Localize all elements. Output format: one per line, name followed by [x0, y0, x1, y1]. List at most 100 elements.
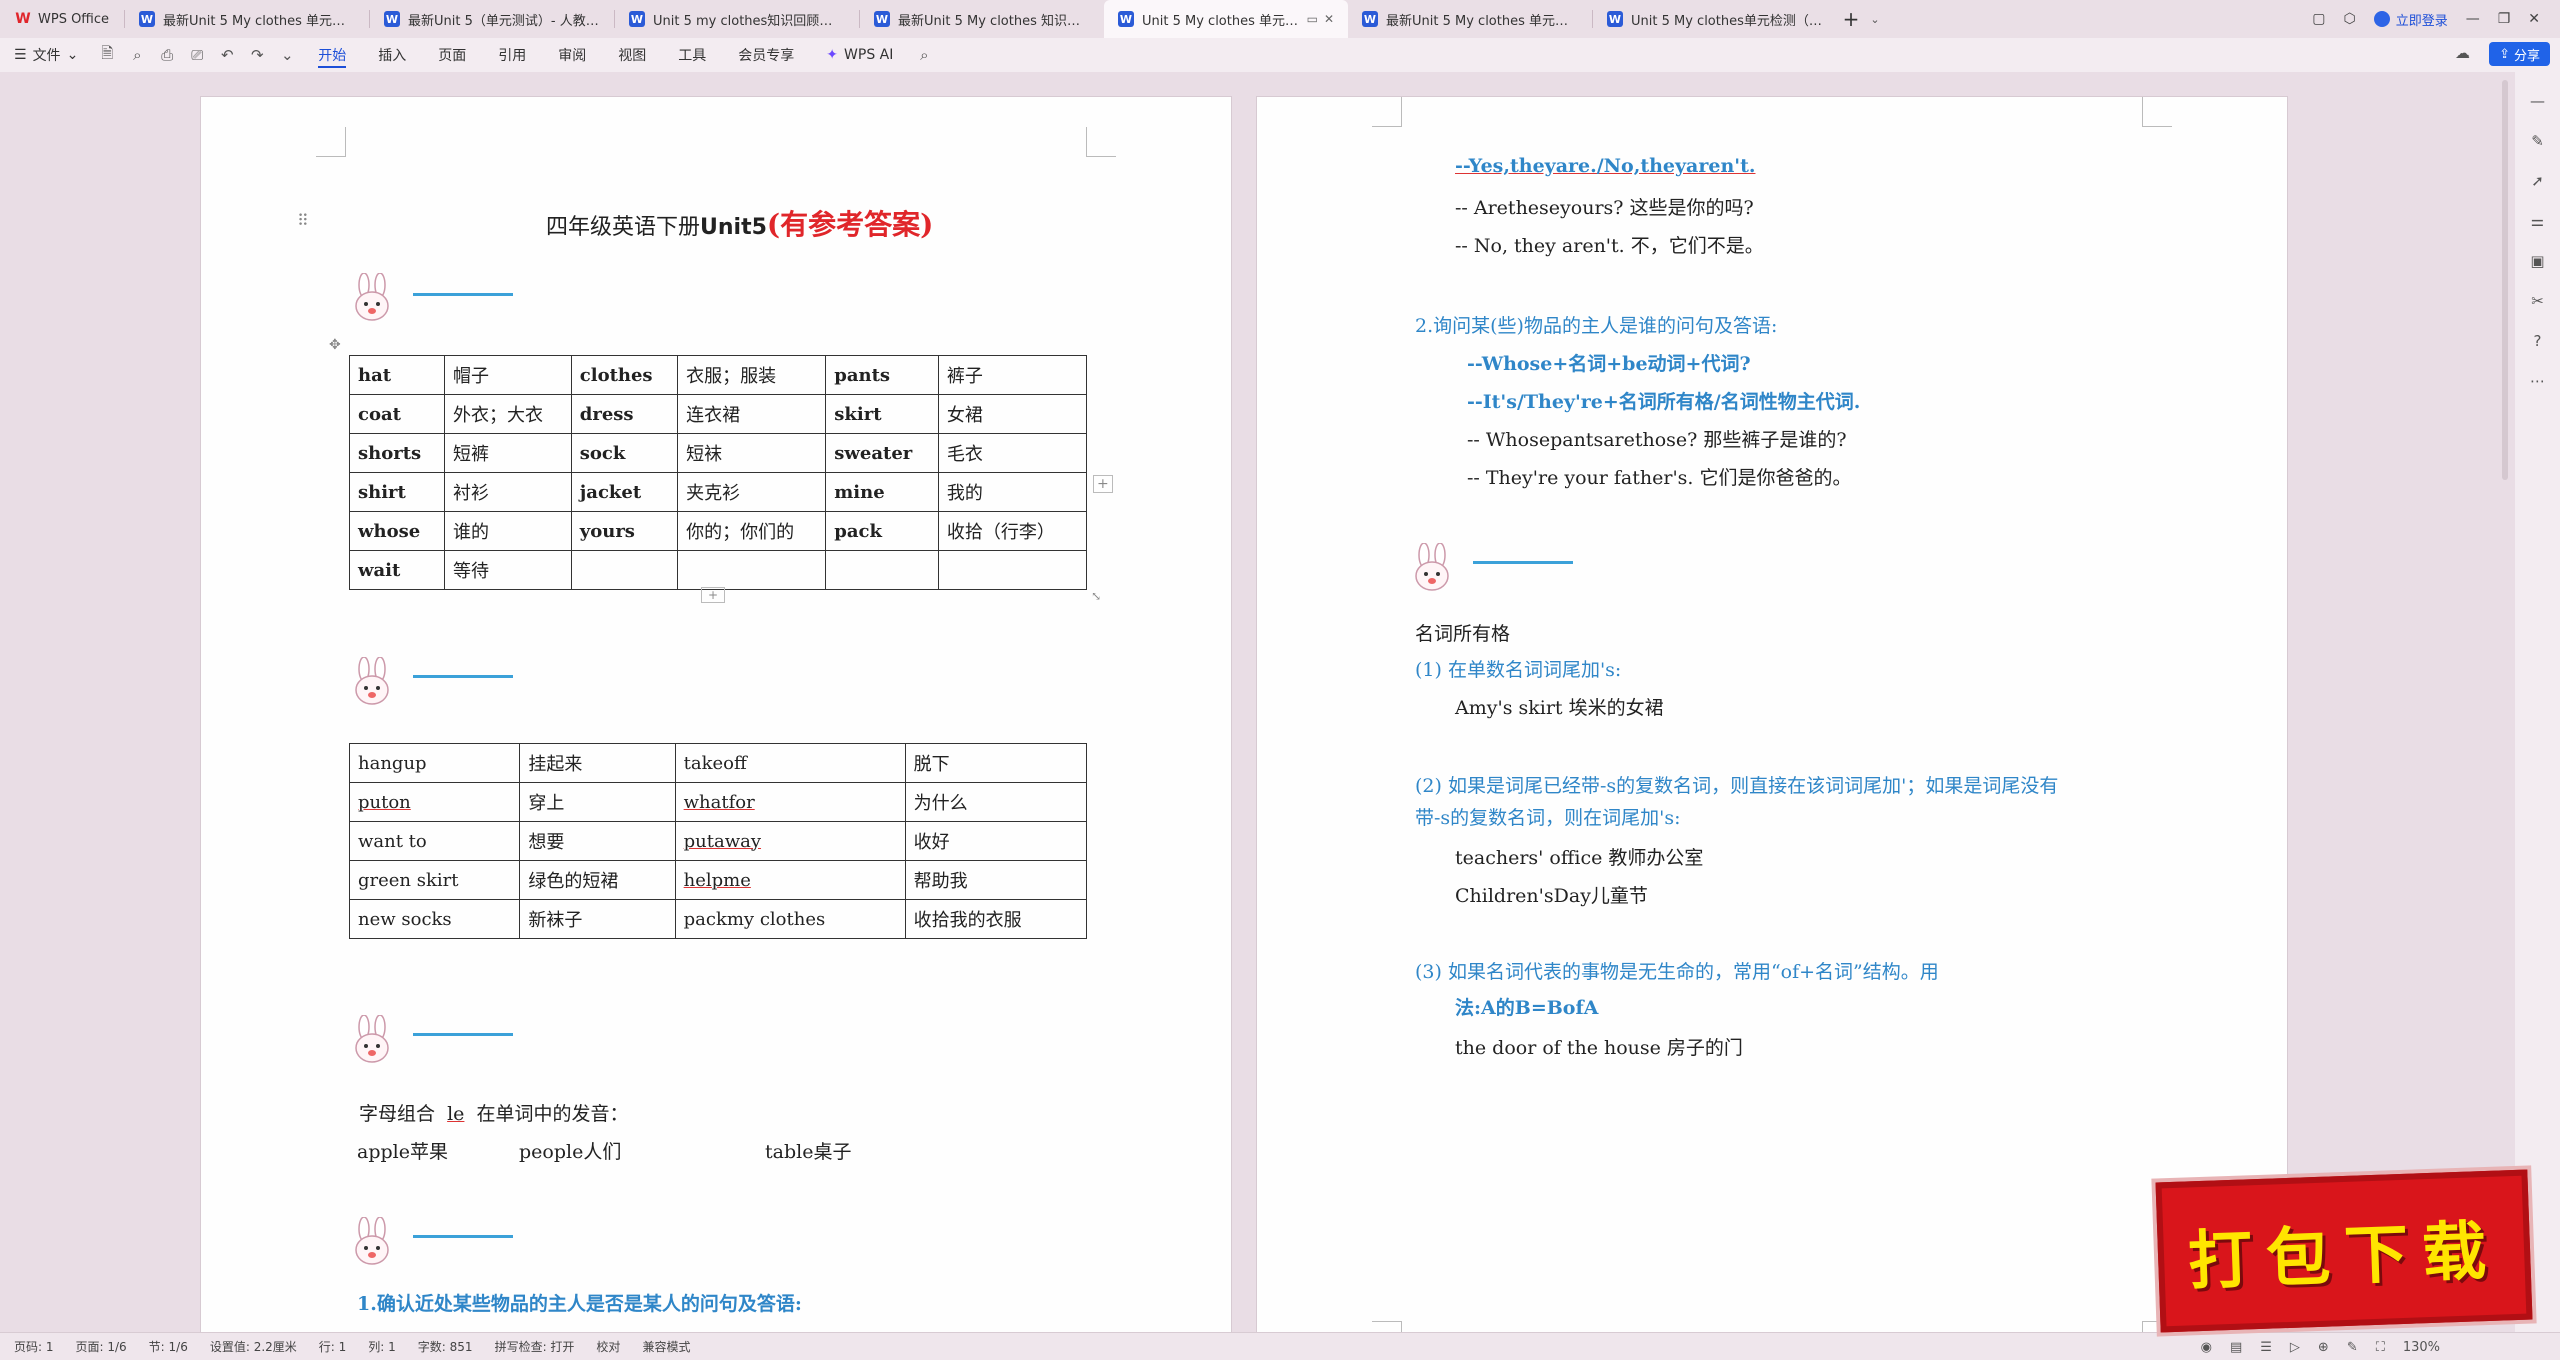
play-icon[interactable]: ▷	[2290, 1340, 2300, 1355]
vocab-meaning: 衣服；服装	[677, 355, 827, 395]
tab-doc[interactable]: W 最新Unit 5 My clothes 单元测试（	[1348, 0, 1592, 38]
tab-doc-active[interactable]: W Unit 5 My clothes 单元复习 ▭ ✕	[1104, 0, 1348, 38]
save-icon[interactable]: 🗎	[92, 43, 122, 68]
ribbon-tab-page[interactable]: 页面	[422, 38, 482, 72]
table-move-icon[interactable]: ✥	[329, 337, 341, 353]
status-row[interactable]: 行: 1	[319, 1338, 347, 1355]
login-button[interactable]: 立即登录	[2373, 10, 2448, 29]
page-view-icon[interactable]: ▤	[2230, 1340, 2242, 1355]
document-canvas[interactable]: ⠿ 四年级英语下册Unit5(有参考答案) ✥ hat 帽子 clothes 衣服；服…	[0, 72, 2515, 1332]
undo-icon[interactable]: ↶	[212, 46, 242, 64]
ribbon-tab-home[interactable]: 开始	[302, 38, 362, 72]
collapse-icon[interactable]: —	[2530, 92, 2545, 110]
file-menu[interactable]: ☰ 文件 ⌄	[0, 45, 92, 65]
status-page-num[interactable]: 页码: 1	[14, 1338, 54, 1355]
status-bar: 页码: 1 页面: 1/6 节: 1/6 设置值: 2.2厘米 行: 1 列: …	[0, 1332, 2560, 1360]
vocab-word: pack	[825, 511, 939, 551]
more-chevron-icon[interactable]: ⌄	[272, 46, 302, 64]
ribbon-tab-review[interactable]: 审阅	[542, 38, 602, 72]
tab-label: 最新Unit 5 My clothes 知识点+提升	[898, 13, 1090, 29]
q2-pattern-2: --It's/They're+名词所有格/名词性物主代词.	[1467, 391, 1861, 413]
search-replace-icon[interactable]: ⌕	[122, 46, 152, 64]
status-section[interactable]: 节: 1/6	[149, 1338, 188, 1355]
tab-doc[interactable]: W 最新Unit 5 My clothes 知识点+提升	[860, 0, 1104, 38]
wps-ai-label: WPS AI	[844, 47, 894, 63]
status-proof[interactable]: 校对	[596, 1338, 620, 1355]
rabbit-icon	[355, 273, 389, 321]
title-unit: Unit5	[700, 215, 767, 240]
ribbon-tab-tools[interactable]: 工具	[662, 38, 722, 72]
tab-doc[interactable]: W Unit 5 My clothes单元检测（含答案	[1593, 0, 1837, 38]
status-col[interactable]: 列: 1	[368, 1338, 396, 1355]
select-cursor-icon[interactable]: ➚	[2531, 172, 2544, 190]
ribbon-tab-references[interactable]: 引用	[482, 38, 542, 72]
eye-icon[interactable]: ◉	[2201, 1340, 2212, 1355]
cube-icon[interactable]: ⬡	[2343, 11, 2355, 27]
cloud-sync-icon[interactable]: ☁	[2455, 44, 2470, 62]
ribbon-tab-insert[interactable]: 插入	[362, 38, 422, 72]
new-tab-plus-icon[interactable]: +	[1837, 7, 1865, 31]
document-page-1[interactable]: ⠿ 四年级英语下册Unit5(有参考答案) ✥ hat 帽子 clothes 衣服；服…	[200, 96, 1232, 1332]
answer-line: -- No, they aren't. 不，它们不是。	[1455, 235, 1764, 257]
phrase-table: hangup 挂起来 takeoff 脱下 puton 穿上 whatfor 为什么 want …	[348, 743, 1088, 939]
phrase-text: want to	[348, 821, 521, 861]
image-icon[interactable]: ▣	[2530, 252, 2544, 270]
vocab-meaning: 裤子	[937, 355, 1088, 395]
tab-label: Unit 5 My clothes单元检测（含答案	[1631, 13, 1823, 29]
restore-icon[interactable]: ❐	[2498, 11, 2511, 27]
title-answer: (有参考答案)	[766, 208, 934, 241]
ribbon-tab-view[interactable]: 视图	[602, 38, 662, 72]
vocab-word: hat	[349, 355, 445, 395]
search-icon[interactable]: ⌕	[909, 46, 939, 64]
close-icon[interactable]: ✕	[1324, 12, 1334, 26]
file-menu-label: 文件	[32, 48, 61, 64]
add-row-icon[interactable]: +	[701, 587, 726, 603]
phrase-text: green skirt	[348, 860, 521, 900]
tablet-icon[interactable]: ▢	[2312, 11, 2325, 27]
outline-icon[interactable]: ☰	[2260, 1340, 2272, 1355]
adjust-icon[interactable]: ⚌	[2531, 212, 2544, 230]
status-spellcheck[interactable]: 拼写检查: 打开	[495, 1338, 575, 1355]
tools-icon[interactable]: ✂	[2531, 292, 2544, 310]
status-setting[interactable]: 设置值: 2.2厘米	[210, 1338, 297, 1355]
hamburger-icon: ☰	[14, 47, 27, 63]
ribbon-tab-member[interactable]: 会员专享	[722, 38, 810, 72]
add-column-icon[interactable]: +	[1093, 475, 1113, 493]
watermark-text: 打包下载	[2186, 1213, 2502, 1300]
rabbit-icon	[355, 1015, 389, 1063]
tab-doc[interactable]: W Unit 5 my clothes知识回顾汇总+练习	[615, 0, 859, 38]
table-row: new socks 新袜子 packmy clothes 收拾我的衣服	[348, 899, 1088, 939]
fullscreen-icon[interactable]: ⛶	[2376, 1340, 2385, 1355]
q2-heading: 2.询问某(些)物品的主人是谁的问句及答语:	[1415, 315, 1778, 337]
monitor-icon[interactable]: ▭	[1307, 12, 1318, 26]
vertical-scrollbar[interactable]	[2502, 80, 2508, 480]
document-page-2[interactable]: --Yes,theyare./No,theyaren't. -- Arethes…	[1256, 96, 2288, 1332]
phrase-text: packmy clothes	[674, 899, 906, 939]
minimize-icon[interactable]: —	[2466, 11, 2480, 27]
status-pages[interactable]: 页面: 1/6	[76, 1338, 127, 1355]
writer-doc-icon: W	[874, 11, 890, 27]
share-button[interactable]: ⇪ 分享	[2489, 42, 2550, 66]
edit-icon[interactable]: ✎	[2347, 1340, 2358, 1355]
more-icon[interactable]: ⋯	[2530, 372, 2545, 390]
wps-ai-button[interactable]: ✦ WPS AI	[810, 47, 909, 63]
status-compat[interactable]: 兼容模式	[642, 1338, 690, 1355]
print-icon[interactable]: ⎙	[152, 46, 182, 64]
table-row: green skirt 绿色的短裙 helpme 帮助我	[348, 860, 1088, 900]
drag-handle-icon[interactable]: ⠿	[297, 211, 309, 230]
help-icon[interactable]: ?	[2534, 332, 2542, 350]
phrase-text: takeoff	[674, 743, 906, 783]
tab-list-chevron-icon[interactable]: ⌄	[1865, 13, 1885, 26]
web-icon[interactable]: ⊕	[2318, 1340, 2329, 1355]
tab-doc[interactable]: W 最新Unit 5（单元测试）- 人教PEP版	[370, 0, 614, 38]
print-preview-icon[interactable]: ⎚	[182, 46, 212, 64]
table-resize-icon[interactable]: ⤡	[1091, 589, 1101, 603]
tab-doc[interactable]: W 最新Unit 5 My clothes 单元测试（	[125, 0, 369, 38]
tab-wps-office[interactable]: W WPS Office	[0, 0, 124, 38]
pen-icon[interactable]: ✎	[2531, 132, 2544, 150]
zoom-level[interactable]: 130%	[2403, 1340, 2440, 1355]
writer-doc-icon: W	[1607, 11, 1623, 27]
window-close-icon[interactable]: ✕	[2528, 11, 2540, 27]
status-words[interactable]: 字数: 851	[418, 1338, 473, 1355]
redo-icon[interactable]: ↷	[242, 46, 272, 64]
